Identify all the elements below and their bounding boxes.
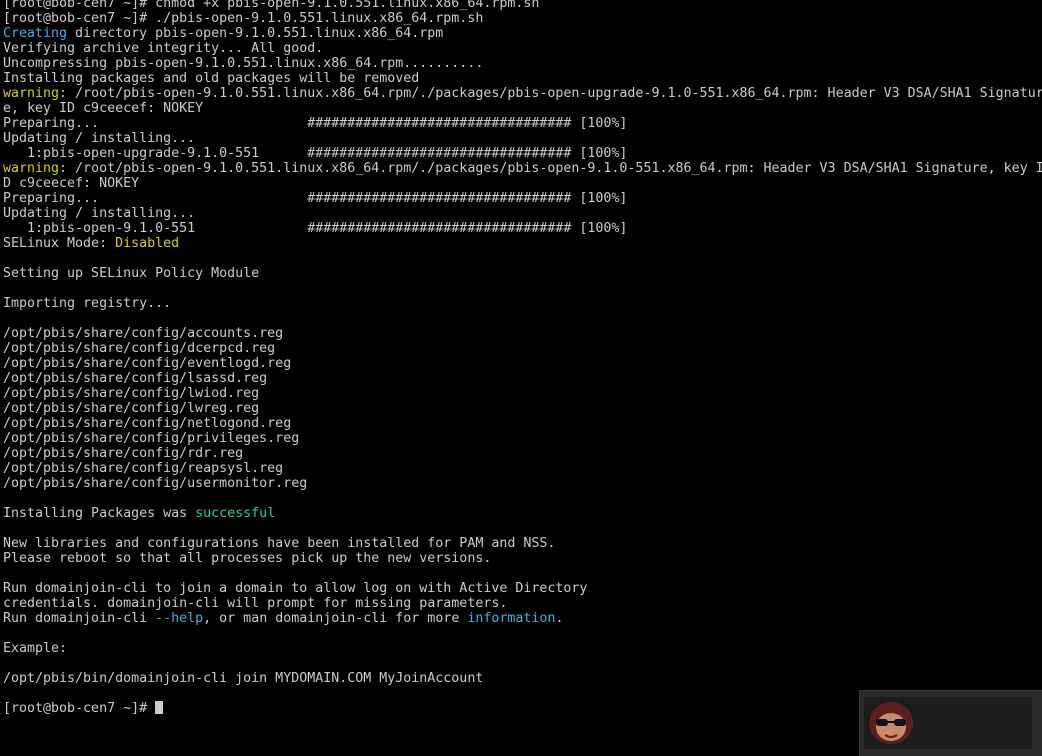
terminal-line: /opt/pbis/share/config/reapsysl.reg	[3, 461, 1042, 476]
avatar-sunglasses-icon	[869, 702, 913, 744]
terminal-output[interactable]: [root@bob-cen7 ~]# chmod +x pbis-open-9.…	[3, 0, 1042, 755]
terminal-text: /opt/pbis/share/config/lwiod.reg	[3, 386, 260, 401]
terminal-line: /opt/pbis/share/config/lwreg.reg	[3, 401, 1042, 416]
terminal-line: /opt/pbis/share/config/accounts.reg	[3, 326, 1042, 341]
terminal-line: /opt/pbis/bin/domainjoin-cli join MYDOMA…	[3, 671, 1042, 686]
highlighted-text: Disabled	[115, 236, 180, 251]
terminal-line: Preparing... ###########################…	[3, 191, 1042, 206]
terminal-text: Updating / installing...	[3, 206, 196, 221]
terminal-line: e, key ID c9ceecef: NOKEY	[3, 101, 1042, 116]
terminal-line: /opt/pbis/share/config/lwiod.reg	[3, 386, 1042, 401]
terminal-line: /opt/pbis/share/config/eventlogd.reg	[3, 356, 1042, 371]
watermark-overlay	[859, 690, 1042, 756]
terminal-text: D c9ceecef: NOKEY	[3, 176, 140, 191]
terminal-line: Creating directory pbis-open-9.1.0.551.l…	[3, 26, 1042, 41]
terminal-text: 1:pbis-open-9.1.0-551 ##################…	[3, 221, 628, 236]
terminal-line: Preparing... ###########################…	[3, 116, 1042, 131]
terminal-text: /opt/pbis/share/config/reapsysl.reg	[3, 461, 284, 476]
terminal-text: /opt/pbis/share/config/usermonitor.reg	[3, 476, 308, 491]
terminal-text: .	[555, 611, 564, 626]
terminal-text: Example:	[3, 641, 68, 656]
terminal-text: SELinux Mode:	[3, 236, 116, 251]
terminal-text: 1:pbis-open-upgrade-9.1.0-551 ##########…	[3, 146, 628, 161]
terminal-text: Please reboot so that all processes pick…	[3, 551, 492, 566]
terminal-text: Run domainjoin-cli	[3, 611, 156, 626]
terminal-line: /opt/pbis/share/config/lsassd.reg	[3, 371, 1042, 386]
terminal-line: Please reboot so that all processes pick…	[3, 551, 1042, 566]
terminal-text: /opt/pbis/share/config/lsassd.reg	[3, 371, 268, 386]
terminal-text: Verifying archive integrity... All good.	[3, 41, 324, 56]
terminal-text: Importing registry...	[3, 296, 172, 311]
terminal-text: e, key ID c9ceecef: NOKEY	[3, 101, 204, 116]
terminal-line: [root@bob-cen7 ~]# chmod +x pbis-open-9.…	[3, 0, 1042, 11]
terminal-text: , or man domainjoin-cli for more	[203, 611, 468, 626]
terminal-text: Preparing... ###########################…	[3, 116, 628, 131]
terminal-line: /opt/pbis/share/config/dcerpcd.reg	[3, 341, 1042, 356]
terminal-line: Verifying archive integrity... All good.	[3, 41, 1042, 56]
terminal-text: Installing packages and old packages wil…	[3, 71, 420, 86]
terminal-text: directory pbis-open-9.1.0.551.linux.x86_…	[67, 26, 444, 41]
terminal-line: Importing registry...	[3, 296, 1042, 311]
terminal-line: Installing Packages was successful	[3, 506, 1042, 521]
terminal-line: [root@bob-cen7 ~]# ./pbis-open-9.1.0.551…	[3, 11, 1042, 26]
terminal-line: Run domainjoin-cli --help, or man domain…	[3, 611, 1042, 626]
terminal-text: New libraries and configurations have be…	[3, 536, 556, 551]
terminal-text: Preparing... ###########################…	[3, 191, 628, 206]
terminal-text: /opt/pbis/share/config/accounts.reg	[3, 326, 284, 341]
terminal-line: credentials. domainjoin-cli will prompt …	[3, 596, 1042, 611]
terminal-text: /opt/pbis/share/config/dcerpcd.reg	[3, 341, 276, 356]
terminal-line: Updating / installing...	[3, 131, 1042, 146]
terminal-text: Updating / installing...	[3, 131, 196, 146]
terminal-line: Installing packages and old packages wil…	[3, 71, 1042, 86]
terminal-line: Updating / installing...	[3, 206, 1042, 221]
terminal-text: /opt/pbis/bin/domainjoin-cli join MYDOMA…	[3, 671, 484, 686]
highlighted-text: successful	[195, 506, 276, 521]
terminal-line: Run domainjoin-cli to join a domain to a…	[3, 581, 1042, 596]
terminal-text: Run domainjoin-cli to join a domain to a…	[3, 581, 588, 596]
terminal-line: warning: /root/pbis-open-9.1.0.551.linux…	[3, 86, 1042, 101]
terminal-text: /root/pbis-open-9.1.0.551.linux.x86_64.r…	[67, 161, 1042, 176]
terminal-text: /opt/pbis/share/config/eventlogd.reg	[3, 356, 292, 371]
terminal-line: SELinux Mode: Disabled	[3, 236, 1042, 251]
highlighted-text: Creating	[3, 26, 68, 41]
terminal-line: Example:	[3, 641, 1042, 656]
highlighted-text: warning:	[3, 86, 68, 101]
terminal-line: New libraries and configurations have be…	[3, 536, 1042, 551]
terminal-text: /opt/pbis/share/config/privileges.reg	[3, 431, 300, 446]
terminal-text: Uncompressing pbis-open-9.1.0.551.linux.…	[3, 56, 484, 71]
terminal-line: 1:pbis-open-9.1.0-551 ##################…	[3, 221, 1042, 236]
terminal-line: /opt/pbis/share/config/privileges.reg	[3, 431, 1042, 446]
terminal-line: Setting up SELinux Policy Module	[3, 266, 1042, 281]
terminal-cursor	[155, 701, 164, 714]
highlighted-text: --help	[155, 611, 204, 626]
terminal-line: /opt/pbis/share/config/rdr.reg	[3, 446, 1042, 461]
terminal-text: /opt/pbis/share/config/lwreg.reg	[3, 401, 260, 416]
terminal-text: Setting up SELinux Policy Module	[3, 266, 260, 281]
terminal-text: [root@bob-cen7 ~]# chmod +x pbis-open-9.…	[3, 0, 540, 11]
terminal-text: Installing Packages was	[3, 506, 196, 521]
terminal-line: warning: /root/pbis-open-9.1.0.551.linux…	[3, 161, 1042, 176]
highlighted-text: information	[467, 611, 556, 626]
terminal-text: [root@bob-cen7 ~]#	[3, 701, 156, 716]
terminal-text: [root@bob-cen7 ~]# ./pbis-open-9.1.0.551…	[3, 11, 484, 26]
terminal-text: /root/pbis-open-9.1.0.551.linux.x86_64.r…	[67, 86, 1042, 101]
terminal-line: Uncompressing pbis-open-9.1.0.551.linux.…	[3, 56, 1042, 71]
terminal-line: /opt/pbis/share/config/usermonitor.reg	[3, 476, 1042, 491]
terminal-text: /opt/pbis/share/config/netlogond.reg	[3, 416, 292, 431]
terminal-line: D c9ceecef: NOKEY	[3, 176, 1042, 191]
terminal-text: /opt/pbis/share/config/rdr.reg	[3, 446, 244, 461]
terminal-text: credentials. domainjoin-cli will prompt …	[3, 596, 508, 611]
highlighted-text: warning:	[3, 161, 68, 176]
terminal-line: /opt/pbis/share/config/netlogond.reg	[3, 416, 1042, 431]
terminal-line: 1:pbis-open-upgrade-9.1.0-551 ##########…	[3, 146, 1042, 161]
